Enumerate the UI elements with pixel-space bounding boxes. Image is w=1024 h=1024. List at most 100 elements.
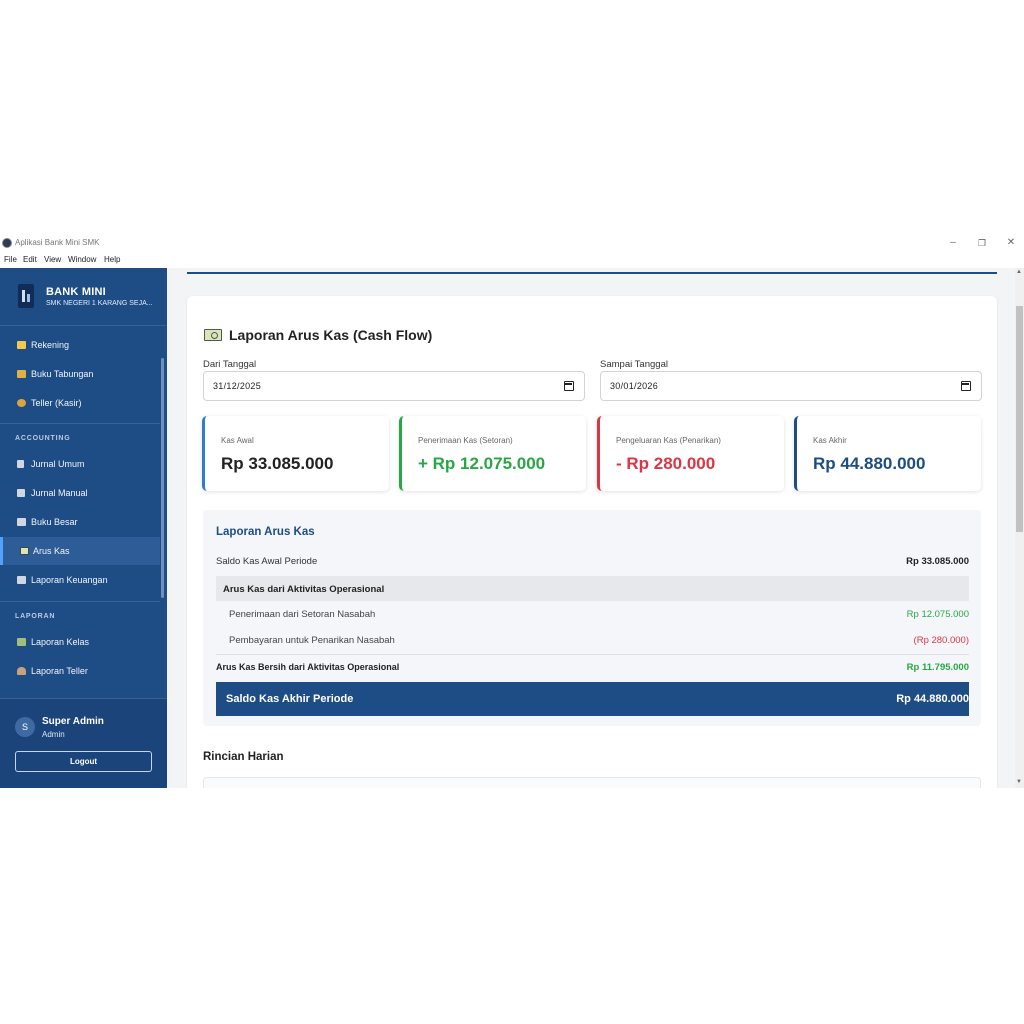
daily-details-table <box>203 777 981 788</box>
stat-label: Penerimaan Kas (Setoran) <box>418 436 513 445</box>
row-label: Saldo Kas Awal Periode <box>216 556 318 567</box>
brand: BANK MINI SMK NEGERI 1 KARANG SEJA... <box>0 268 167 326</box>
bank-logo-icon <box>18 284 34 308</box>
stat-label: Pengeluaran Kas (Penarikan) <box>616 436 721 445</box>
header-divider <box>187 272 997 274</box>
stat-value: Rp 44.880.000 <box>813 454 926 473</box>
scroll-down-icon[interactable]: ▼ <box>1016 779 1022 785</box>
title-bar: Aplikasi Bank Mini SMK – ❐ ✕ <box>0 236 1024 251</box>
menu-help[interactable]: Help <box>104 255 120 264</box>
document-icon <box>17 489 25 497</box>
to-date-value: 30/01/2026 <box>610 381 659 391</box>
row-label: Penerimaan dari Setoran Nasabah <box>229 609 376 620</box>
from-date-value: 31/12/2025 <box>213 381 262 391</box>
sidebar-item-label: Teller (Kasir) <box>31 398 82 408</box>
open-book-icon <box>17 518 26 526</box>
row-value: (Rp 280.000) <box>913 635 969 646</box>
row-value: Rp 12.075.000 <box>906 609 969 620</box>
page-title: Laporan Arus Kas (Cash Flow) <box>204 327 432 343</box>
avatar: S <box>15 717 35 737</box>
cashflow-card: Laporan Arus Kas (Cash Flow) Dari Tangga… <box>187 296 997 788</box>
sidebar-item-laporan-keuangan[interactable]: Laporan Keuangan <box>0 566 160 594</box>
report-title: Laporan Arus Kas <box>216 526 315 538</box>
from-date-input[interactable]: 31/12/2025 <box>203 371 585 401</box>
class-icon <box>17 638 26 646</box>
sidebar-item-laporan-teller[interactable]: Laporan Teller <box>0 657 160 685</box>
stat-pengeluaran: Pengeluaran Kas (Penarikan) - Rp 280.000 <box>597 416 784 491</box>
sidebar-item-jurnal-umum[interactable]: Jurnal Umum <box>0 450 160 478</box>
main-content: Laporan Arus Kas (Cash Flow) Dari Tangga… <box>167 268 1024 788</box>
menu-bar: File Edit View Window Help <box>0 253 1024 267</box>
menu-file[interactable]: File <box>4 255 17 264</box>
menu-view[interactable]: View <box>44 255 61 264</box>
main-scrollbar[interactable]: ▲ ▼ <box>1015 268 1024 788</box>
sidebar-item-label: Arus Kas <box>33 546 70 556</box>
scroll-up-icon[interactable]: ▲ <box>1016 269 1022 275</box>
stat-kas-awal: Kas Awal Rp 33.085.000 <box>202 416 389 491</box>
closing-balance-row: Saldo Kas Akhir Periode Rp 44.880.000 <box>216 682 969 716</box>
row-value: Rp 44.880.000 <box>896 693 969 705</box>
sidebar-item-arus-kas[interactable]: Arus Kas <box>0 537 160 565</box>
brand-subtitle: SMK NEGERI 1 KARANG SEJA... <box>46 300 153 307</box>
user-name: Super Admin <box>42 716 104 727</box>
menu-window[interactable]: Window <box>68 255 96 264</box>
money-bag-icon <box>17 399 26 407</box>
chart-icon <box>17 576 26 584</box>
close-button[interactable]: ✕ <box>1004 237 1018 249</box>
sidebar-scrollbar[interactable] <box>161 358 164 598</box>
sidebar-item-label: Buku Besar <box>31 517 78 527</box>
user-panel: S Super Admin Admin Logout <box>0 698 167 788</box>
book-icon <box>17 370 26 378</box>
row-label: Pembayaran untuk Penarikan Nasabah <box>229 635 395 646</box>
section-laporan: LAPORAN <box>15 613 56 620</box>
sidebar-item-laporan-kelas[interactable]: Laporan Kelas <box>0 628 160 656</box>
row-label: Saldo Kas Akhir Periode <box>226 693 354 705</box>
operating-section-header: Arus Kas dari Aktivitas Operasional <box>216 576 969 601</box>
sidebar-item-label: Rekening <box>31 340 70 350</box>
sidebar: BANK MINI SMK NEGERI 1 KARANG SEJA... Re… <box>0 268 167 788</box>
stat-value: Rp 33.085.000 <box>221 454 334 473</box>
stat-value: - Rp 280.000 <box>616 454 716 473</box>
sidebar-item-label: Laporan Kelas <box>31 637 90 647</box>
to-date-input[interactable]: 30/01/2026 <box>600 371 982 401</box>
to-date-label: Sampai Tanggal <box>600 359 668 370</box>
sidebar-item-teller[interactable]: Teller (Kasir) <box>0 389 160 417</box>
sidebar-item-rekening[interactable]: Rekening <box>0 331 160 359</box>
minimize-button[interactable]: – <box>946 237 960 249</box>
calendar-icon[interactable] <box>961 381 971 391</box>
window-title: Aplikasi Bank Mini SMK <box>15 238 100 247</box>
brand-title: BANK MINI <box>46 286 106 298</box>
sidebar-item-label: Laporan Keuangan <box>31 575 108 585</box>
row-value: Rp 11.795.000 <box>906 662 969 673</box>
sidebar-item-jurnal-manual[interactable]: Jurnal Manual <box>0 479 160 507</box>
from-date-label: Dari Tanggal <box>203 359 257 370</box>
row-label: Arus Kas Bersih dari Aktivitas Operasion… <box>216 662 400 672</box>
calendar-icon[interactable] <box>564 381 574 391</box>
stat-penerimaan: Penerimaan Kas (Setoran) + Rp 12.075.000 <box>399 416 586 491</box>
sidebar-item-buku-tabungan[interactable]: Buku Tabungan <box>0 360 160 388</box>
stat-label: Kas Akhir <box>813 436 847 445</box>
app-logo-icon <box>2 238 12 248</box>
sidebar-item-buku-besar[interactable]: Buku Besar <box>0 508 160 536</box>
stat-kas-akhir: Kas Akhir Rp 44.880.000 <box>794 416 981 491</box>
section-title: Arus Kas dari Aktivitas Operasional <box>223 584 385 595</box>
sidebar-item-label: Buku Tabungan <box>31 369 94 379</box>
page-title-text: Laporan Arus Kas (Cash Flow) <box>229 327 433 343</box>
cashflow-report: Laporan Arus Kas Saldo Kas Awal Periode … <box>203 510 981 726</box>
stat-value: + Rp 12.075.000 <box>418 454 546 473</box>
stat-label: Kas Awal <box>221 436 254 445</box>
logout-button[interactable]: Logout <box>15 751 152 772</box>
notebook-icon <box>17 460 24 468</box>
menu-edit[interactable]: Edit <box>23 255 37 264</box>
sidebar-divider <box>0 423 160 424</box>
user-role: Admin <box>42 730 65 739</box>
card-icon <box>17 341 26 349</box>
sidebar-divider <box>0 601 160 602</box>
scrollbar-thumb[interactable] <box>1016 306 1023 532</box>
maximize-button[interactable]: ❐ <box>975 237 989 249</box>
sidebar-item-label: Laporan Teller <box>31 666 88 676</box>
person-icon <box>17 667 26 675</box>
row-value: Rp 33.085.000 <box>906 556 969 567</box>
app-window: Aplikasi Bank Mini SMK – ❐ ✕ File Edit V… <box>0 236 1024 788</box>
cash-icon <box>20 547 29 555</box>
